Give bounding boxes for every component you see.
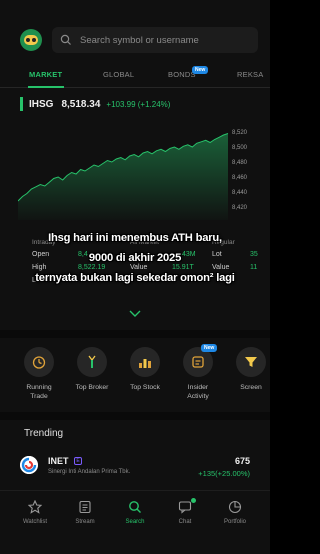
app-screen: MARKET GLOBAL BONDS New REKSA IHSG 8,518…	[0, 0, 270, 554]
top-broker-icon	[77, 347, 107, 377]
shortcut-running-trade[interactable]: Running Trade	[19, 347, 59, 401]
nav-label: Portfolio	[223, 519, 246, 525]
y-tick-label: 8,480	[232, 159, 248, 166]
caption-line-2: 9000 di akhir 2025	[88, 252, 182, 264]
trending-row[interactable]: INET E Sinergi Inti Andalan Prima Tbk. 6…	[20, 452, 250, 484]
stock-logo	[20, 456, 38, 474]
avatar[interactable]	[20, 29, 42, 51]
new-badge: New	[201, 344, 218, 352]
stock-price: 675	[234, 456, 250, 466]
ticker-accent	[20, 97, 23, 111]
chat-icon	[178, 501, 192, 514]
trending-title: Trending	[24, 428, 64, 439]
shortcut-label: Running Trade	[26, 384, 52, 400]
chart-area-fill	[18, 133, 228, 220]
tab-global[interactable]: GLOBAL	[103, 70, 134, 79]
star-icon	[28, 500, 42, 514]
shortcut-label: Insider Activity	[187, 384, 209, 400]
search-icon	[60, 34, 71, 45]
section-divider	[0, 412, 270, 420]
index-change: +103.99 (+1.24%)	[106, 99, 171, 109]
stock-tag: E	[74, 457, 82, 465]
index-chart[interactable]: 8,520 8,500 8,480 8,460 8,440 8,420	[17, 120, 268, 220]
search-icon	[129, 501, 141, 513]
shortcut-top-stock[interactable]: Top Stock	[125, 347, 165, 392]
value-value: 15.91T	[172, 264, 194, 271]
nav-portfolio[interactable]: Portfolio	[215, 499, 255, 525]
value-label: Value	[130, 264, 148, 271]
section-divider	[0, 330, 270, 338]
bottom-nav: Watchlist Stream Search Chat Portfolio	[0, 490, 270, 530]
stock-code: INET	[48, 456, 69, 466]
high-value: 8,522.19	[78, 264, 106, 271]
shortcut-top-broker[interactable]: Top Broker	[72, 347, 112, 392]
chart-plot	[17, 133, 229, 220]
caption-line-3: ternyata bukan lagi sekedar omon² lagi	[35, 272, 235, 284]
search-bar[interactable]	[52, 27, 258, 53]
shortcut-label: Screen	[240, 384, 262, 391]
nav-chat[interactable]: Chat	[165, 498, 205, 525]
y-tick-label: 8,500	[232, 144, 248, 151]
tab-market[interactable]: MARKET	[29, 70, 62, 79]
nav-label: Search	[125, 519, 145, 525]
index-ticker[interactable]: IHSG 8,518.34 +103.99 (+1.24%)	[20, 97, 170, 111]
active-tab-indicator	[28, 86, 64, 88]
stock-name: Sinergi Inti Andalan Prima Tbk.	[48, 469, 131, 475]
insider-activity-icon: New	[183, 344, 218, 377]
expand-chevron[interactable]	[129, 305, 141, 323]
nav-label: Watchlist	[22, 519, 48, 525]
chevron-down-icon	[129, 310, 141, 317]
shortcut-insider-activity[interactable]: New Insider Activity	[178, 344, 218, 401]
index-symbol: IHSG	[29, 98, 54, 110]
market-tabs: MARKET GLOBAL BONDS New REKSA	[0, 66, 270, 88]
nav-label: Chat	[178, 519, 192, 525]
value2-label: Value	[212, 264, 230, 271]
unread-dot	[191, 498, 196, 503]
y-tick-label: 8,440	[232, 189, 248, 196]
portfolio-icon	[228, 500, 242, 514]
search-input[interactable]	[80, 34, 230, 46]
shortcut-label: Top Stock	[130, 384, 160, 391]
index-price: 8,518.34	[61, 98, 101, 110]
caption-line-1: Ihsg hari ini menembus ATH baru,	[48, 232, 222, 244]
header	[20, 26, 258, 54]
stream-icon	[79, 500, 91, 514]
y-tick-label: 8,460	[232, 174, 248, 181]
stock-change: +135(+25.00%)	[198, 469, 250, 478]
shortcut-label: Top Broker	[75, 384, 109, 391]
nav-watchlist[interactable]: Watchlist	[15, 499, 55, 525]
y-tick-label: 8,420	[232, 204, 248, 211]
high-label: High	[32, 264, 47, 271]
nav-label: Stream	[75, 519, 95, 525]
nav-stream[interactable]: Stream	[65, 499, 105, 525]
shortcut-screener[interactable]: Screen	[231, 347, 270, 392]
nav-search[interactable]: Search	[115, 499, 155, 525]
tab-reksa[interactable]: REKSA	[237, 70, 263, 79]
screener-icon	[236, 347, 266, 377]
y-tick-label: 8,520	[232, 129, 248, 136]
new-badge: New	[192, 66, 209, 74]
running-trade-icon	[24, 347, 54, 377]
top-stock-icon	[130, 347, 160, 377]
value2-value: 11	[250, 264, 258, 271]
